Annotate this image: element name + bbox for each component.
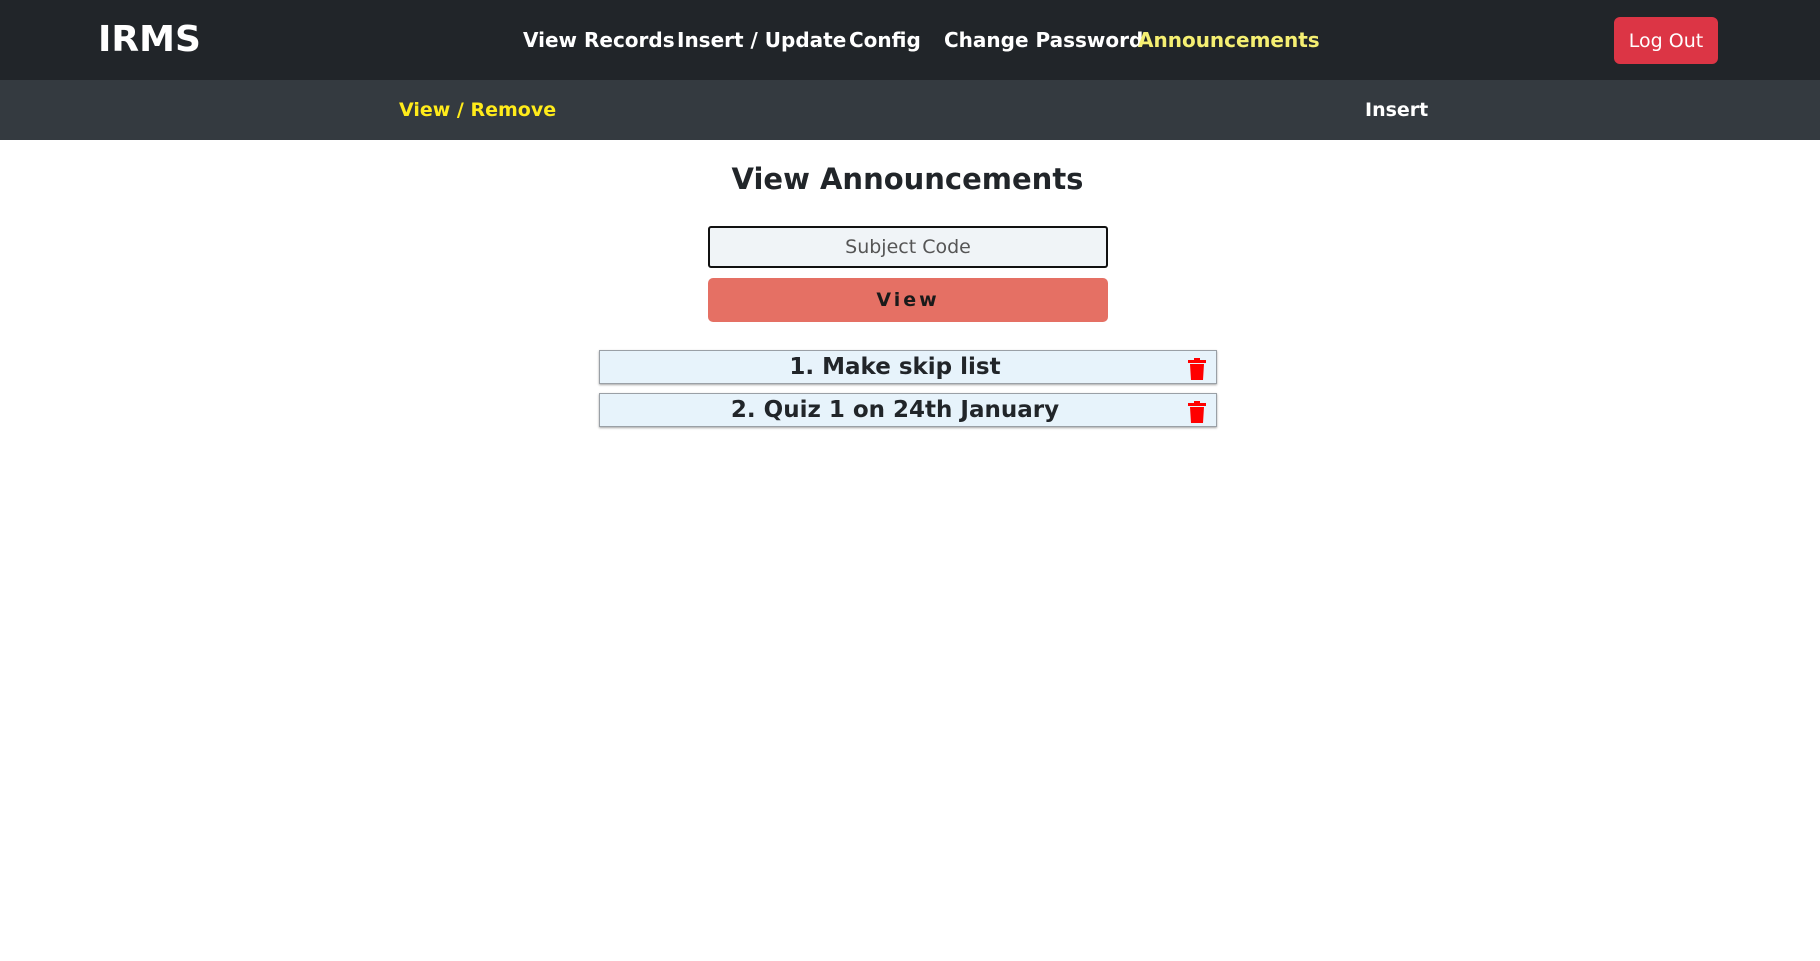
announcement-text: 2. Quiz 1 on 24th January bbox=[730, 397, 1060, 423]
announcement-item: 1. Make skip list bbox=[599, 350, 1217, 384]
logout-button[interactable]: Log Out bbox=[1614, 17, 1718, 64]
view-button[interactable]: View bbox=[708, 278, 1108, 322]
nav-announcements[interactable]: Announcements bbox=[1138, 24, 1320, 56]
top-navbar: IRMS View Records Insert / Update Config… bbox=[0, 0, 1820, 80]
nav-insert-update[interactable]: Insert / Update bbox=[677, 24, 846, 56]
subject-code-input[interactable] bbox=[708, 226, 1108, 268]
page-title: View Announcements bbox=[731, 162, 1084, 196]
announcement-text: 1. Make skip list bbox=[789, 354, 1001, 380]
trash-icon[interactable] bbox=[1188, 358, 1206, 380]
sub-navbar: View / Remove Insert bbox=[0, 80, 1820, 140]
subnav-insert[interactable]: Insert bbox=[1365, 95, 1428, 125]
announcement-list: 1. Make skip list 2. Quiz 1 on 24th Janu… bbox=[599, 350, 1217, 436]
nav-view-records[interactable]: View Records bbox=[523, 24, 675, 56]
nav-config[interactable]: Config bbox=[849, 24, 921, 56]
trash-icon[interactable] bbox=[1188, 401, 1206, 423]
nav-change-password[interactable]: Change Password bbox=[944, 24, 1143, 56]
subnav-view-remove[interactable]: View / Remove bbox=[399, 95, 556, 125]
announcement-item: 2. Quiz 1 on 24th January bbox=[599, 393, 1217, 427]
brand-logo[interactable]: IRMS bbox=[98, 16, 201, 64]
